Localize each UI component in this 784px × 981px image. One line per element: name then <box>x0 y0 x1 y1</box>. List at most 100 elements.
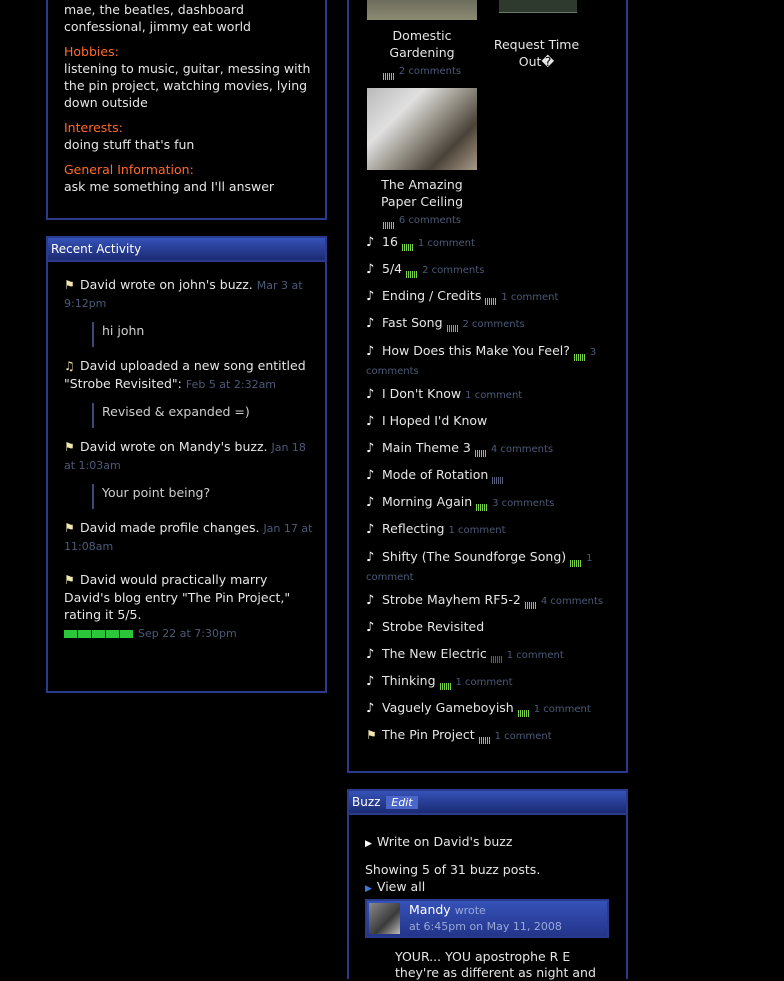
rating-bars <box>382 67 395 80</box>
music-note-icon: ♪ <box>366 344 375 359</box>
song-item[interactable]: ♪ Strobe Mayhem RF5-2 4 comments <box>366 592 616 619</box>
activity-date: Sep 22 at 7:30pm <box>137 627 237 640</box>
song-item[interactable]: ♪ Strobe Revisited <box>366 619 616 646</box>
song-title[interactable]: Ending / Credits <box>382 288 481 303</box>
activity-text[interactable]: David wrote on john's buzz. <box>80 277 253 292</box>
comment-count[interactable]: 1 comment <box>418 238 475 249</box>
rating-bars <box>382 216 395 229</box>
song-item[interactable]: ♪ 16 1 comment <box>366 234 616 261</box>
buzz-title: Buzz <box>352 795 381 809</box>
rating-segment <box>92 629 105 638</box>
comment-count[interactable]: 2 comments <box>422 265 484 276</box>
song-title[interactable]: Shifty (The Soundforge Song) <box>382 549 566 564</box>
gallery-title[interactable]: The Amazing Paper Ceiling <box>367 176 477 210</box>
general-text: ask me something and I'll answer <box>64 179 275 194</box>
song-title[interactable]: The Pin Project <box>382 727 475 742</box>
activity-text[interactable]: David made profile changes. <box>80 520 259 535</box>
rating-segment <box>78 629 91 638</box>
song-title[interactable]: 5/4 <box>382 261 402 276</box>
song-title[interactable]: Strobe Revisited <box>382 619 484 634</box>
song-item[interactable]: ♪ Fast Song 2 comments <box>366 315 616 342</box>
comment-count[interactable]: 1 comment <box>507 650 564 661</box>
comment-count[interactable]: 6 comments <box>399 215 461 226</box>
comment-count[interactable]: 1 comment <box>465 390 522 401</box>
song-item[interactable]: ♪ Morning Again 3 comments <box>366 494 616 521</box>
activity-text[interactable]: David wrote on Mandy's buzz. <box>80 439 267 454</box>
gallery-item[interactable]: Domestic Gardening 2 comments <box>367 27 477 80</box>
comment-count[interactable]: 1 comment <box>495 731 552 742</box>
song-title[interactable]: How Does this Make You Feel? <box>382 343 570 358</box>
gallery-item[interactable]: Request Time Out� <box>489 36 584 70</box>
song-title[interactable]: Reflecting <box>382 521 444 536</box>
song-title[interactable]: Fast Song <box>382 315 443 330</box>
song-item[interactable]: ♪ The New Electric 1 comment <box>366 646 616 673</box>
activity-quote: hi john <box>92 322 314 347</box>
gallery-title[interactable]: Domestic Gardening <box>367 27 477 61</box>
activity-item: ⚑ David wrote on john's buzz. Mar 3 at 9:… <box>64 276 314 347</box>
song-title[interactable]: Strobe Mayhem RF5-2 <box>382 592 521 607</box>
music-note-icon: ♪ <box>366 647 375 662</box>
comment-count[interactable]: 3 comments <box>492 498 554 509</box>
write-buzz-link[interactable]: ▶ Write on David's buzz <box>365 833 626 853</box>
music-note-icon: ♪ <box>366 414 375 429</box>
song-title[interactable]: Thinking <box>382 673 436 688</box>
song-title[interactable]: Vaguely Gameboyish <box>382 700 514 715</box>
comment-count[interactable]: 2 comments <box>399 66 461 77</box>
buzz-author[interactable]: Mandy <box>409 902 451 917</box>
comment-count[interactable]: 2 comments <box>463 319 525 330</box>
buzz-wrote: wrote <box>454 904 486 917</box>
song-title[interactable]: Main Theme 3 <box>382 440 471 455</box>
view-all-link[interactable]: ▶ View all <box>365 878 626 898</box>
music-note-icon: ♪ <box>366 441 375 456</box>
song-item[interactable]: ♪ Mode of Rotation <box>366 467 616 494</box>
song-title[interactable]: I Hoped I'd Know <box>382 413 487 428</box>
rating-bars <box>570 554 582 567</box>
comment-count[interactable]: 1 comment <box>534 704 591 715</box>
music-note-icon: ♪ <box>366 522 375 537</box>
gallery-thumb-paper-ceiling[interactable] <box>367 88 477 170</box>
activity-text[interactable]: David would practically marry David's bl… <box>64 572 290 622</box>
music-note-icon: ♪ <box>366 289 375 304</box>
song-item[interactable]: ♪ Vaguely Gameboyish 1 comment <box>366 700 616 727</box>
rating-bars <box>490 651 503 663</box>
comment-count[interactable]: 4 comments <box>491 444 553 455</box>
music-note-icon: ♪ <box>366 387 375 402</box>
song-title[interactable]: Mode of Rotation <box>382 467 488 482</box>
song-item[interactable]: ♪ How Does this Make You Feel? 3 comments <box>366 342 616 386</box>
song-item[interactable]: ♪ Main Theme 3 4 comments <box>366 440 616 467</box>
song-item[interactable]: ♪ 5/4 2 comments <box>366 261 616 288</box>
song-title[interactable]: Morning Again <box>382 494 472 509</box>
music-note-icon: ♪ <box>366 701 375 716</box>
song-item[interactable]: ♪ Ending / Credits 1 comment <box>366 288 616 315</box>
song-item[interactable]: ♪ I Hoped I'd Know <box>366 413 616 440</box>
gallery-title[interactable]: Request Time Out� <box>489 36 584 70</box>
song-title[interactable]: 16 <box>382 234 398 249</box>
song-title[interactable]: The New Electric <box>382 646 487 661</box>
rating-bars <box>439 678 452 690</box>
edit-button[interactable]: Edit <box>386 796 418 809</box>
activity-item: ⚑ David wrote on Mandy's buzz. Jan 18 at … <box>64 438 314 509</box>
song-item[interactable]: ♪ I Don't Know 1 comment <box>366 386 616 413</box>
triangle-right-icon: ▶ <box>365 839 372 849</box>
song-item[interactable]: ♪ Reflecting 1 comment <box>366 521 616 548</box>
rating-bars <box>406 266 418 278</box>
song-item[interactable]: ♪ Thinking 1 comment <box>366 673 616 700</box>
comment-count[interactable]: 1 comment <box>501 292 558 303</box>
song-list: ♪ 16 1 comment ♪ 5/4 2 comments ♪ Ending / … <box>366 234 616 754</box>
song-item[interactable]: ♪ Shifty (The Soundforge Song) 1 comment <box>366 548 616 592</box>
rating-bars <box>517 705 530 717</box>
comment-count[interactable]: 1 comment <box>448 525 505 536</box>
gallery-thumb-request[interactable] <box>499 0 577 13</box>
song-item[interactable]: ⚑ The Pin Project 1 comment <box>366 727 616 754</box>
music-note-icon: ♪ <box>366 593 375 608</box>
gallery-item[interactable]: The Amazing Paper Ceiling 6 comments <box>367 176 477 229</box>
comment-count[interactable]: 1 comment <box>456 677 513 688</box>
hobbies-label: Hobbies: <box>64 44 119 59</box>
activity-quote: Revised & expanded =) <box>92 403 314 428</box>
rating-bars <box>478 732 491 744</box>
comment-count[interactable]: 4 comments <box>541 596 603 607</box>
gallery-thumb-gardening[interactable] <box>367 0 477 20</box>
avatar[interactable] <box>369 903 400 934</box>
song-title[interactable]: I Don't Know <box>382 386 461 401</box>
music-note-icon: ♪ <box>366 262 375 277</box>
